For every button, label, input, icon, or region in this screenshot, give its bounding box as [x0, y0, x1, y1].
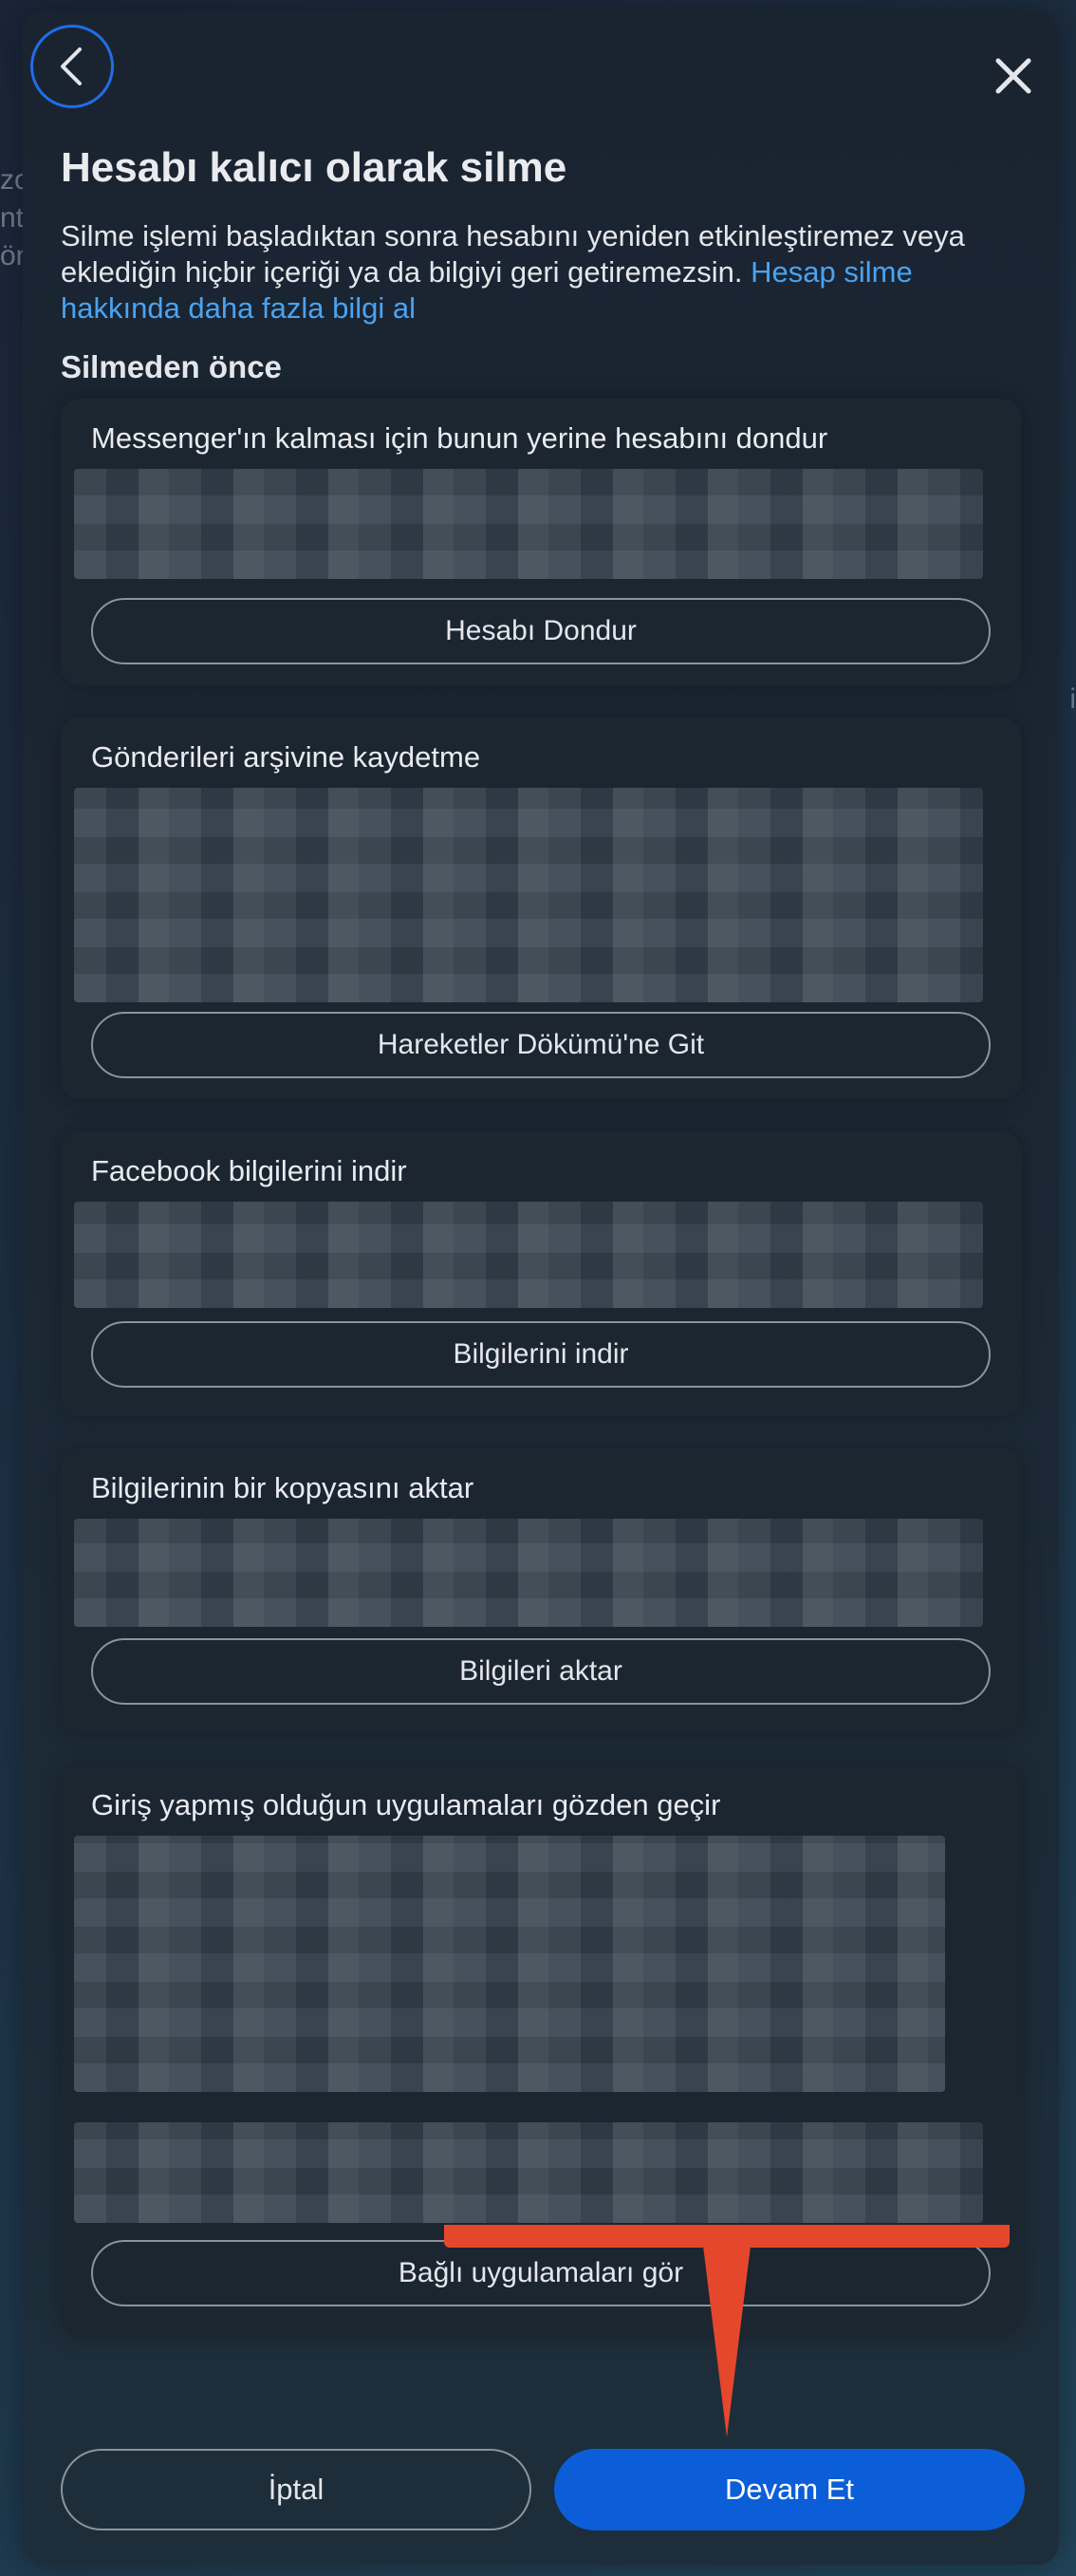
activity-log-button[interactable]: Hareketler Dökümü'ne Git — [91, 1012, 991, 1078]
annotation-arrow-icon — [702, 2238, 751, 2437]
card-title: Bilgilerinin bir kopyasını aktar — [91, 1471, 474, 1504]
redacted-content — [74, 2122, 983, 2223]
page-title: Hesabı kalıcı olarak silme — [61, 144, 567, 191]
transfer-info-button[interactable]: Bilgileri aktar — [91, 1638, 991, 1705]
cancel-button[interactable]: İptal — [61, 2449, 531, 2530]
section-title: Silmeden önce — [61, 349, 282, 384]
card-title: Messenger'ın kalması için bunun yerine h… — [91, 421, 828, 455]
card-freeze-account: Messenger'ın kalması için bunun yerine h… — [61, 399, 1021, 685]
card-archive-posts: Gönderileri arşivine kaydetme Hareketler… — [61, 718, 1021, 1099]
continue-button[interactable]: Devam Et — [554, 2449, 1025, 2530]
card-download-info: Facebook bilgilerini indir Bilgilerini i… — [61, 1131, 1021, 1416]
redacted-content — [74, 1836, 945, 2092]
card-title: Facebook bilgilerini indir — [91, 1154, 407, 1187]
redacted-content — [74, 1519, 983, 1627]
background-page-text-right: i — [1069, 683, 1076, 715]
card-title: Gönderileri arşivine kaydetme — [91, 740, 481, 774]
redacted-content — [74, 1202, 983, 1308]
connected-apps-button[interactable]: Bağlı uygulamaları gör — [91, 2240, 991, 2306]
card-transfer-info: Bilgilerinin bir kopyasını aktar Bilgile… — [61, 1448, 1021, 1733]
description: Silme işlemi başladıktan sonra hesabını … — [61, 218, 1019, 327]
delete-account-dialog: Hesabı kalıcı olarak silme Silme işlemi … — [23, 11, 1059, 2565]
download-info-button[interactable]: Bilgilerini indir — [91, 1321, 991, 1388]
chevron-left-icon — [61, 47, 82, 85]
redacted-content — [74, 788, 983, 1002]
back-button[interactable] — [30, 25, 114, 108]
redacted-content — [74, 469, 983, 579]
card-title: Giriş yapmış olduğun uygulamaları gözden… — [91, 1788, 721, 1821]
card-connected-apps: Giriş yapmış olduğun uygulamaları gözden… — [61, 1765, 1021, 2335]
freeze-account-button[interactable]: Hesabı Dondur — [91, 598, 991, 664]
close-icon — [995, 58, 1031, 94]
close-button[interactable] — [985, 47, 1042, 104]
